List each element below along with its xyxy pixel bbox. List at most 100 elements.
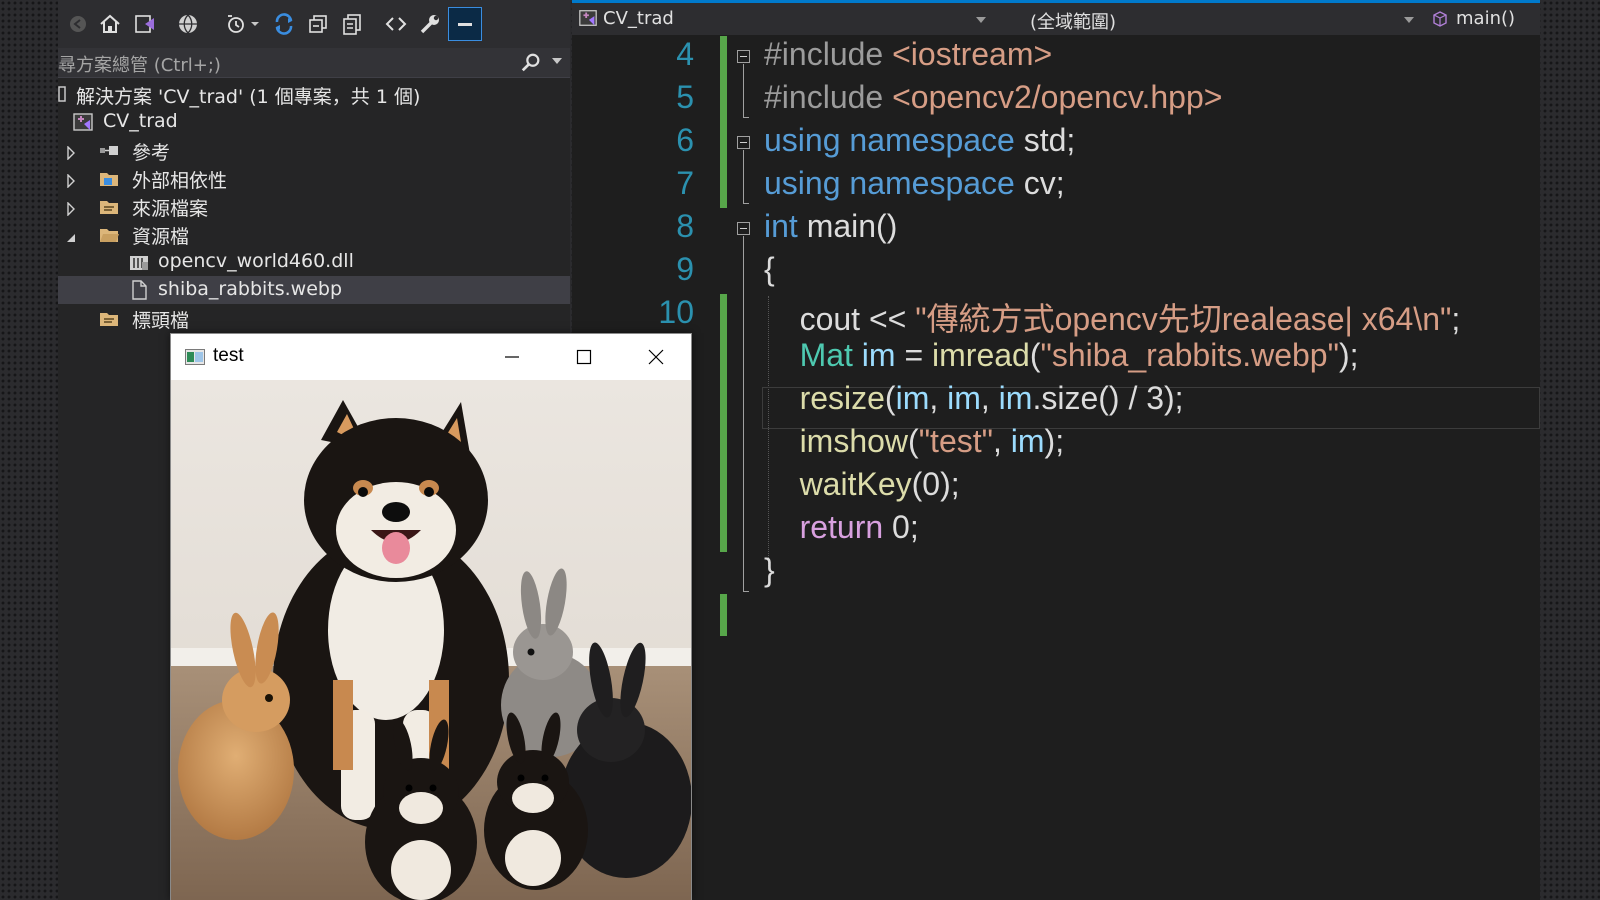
search-options-dropdown-icon[interactable]: [552, 58, 562, 64]
collapse-all-icon[interactable]: [304, 10, 332, 38]
back-icon[interactable]: [64, 10, 92, 38]
home-icon[interactable]: [96, 10, 124, 38]
chevron-down-icon: [1404, 17, 1414, 23]
refresh-icon[interactable]: [270, 10, 298, 38]
folder-icon: [98, 195, 120, 217]
code-line-5[interactable]: #include <opencv2/opencv.hpp>: [764, 79, 1222, 116]
code-editor[interactable]: CV_trad (全域範圍) main() 4 5 6 7 8 9 10 #in…: [572, 0, 1540, 900]
outline-guide: [743, 236, 744, 592]
tree-solution[interactable]: 解決方案 'CV_trad' (1 個專案，共 1 個): [58, 80, 570, 108]
explorer-search-input[interactable]: 尋方案總管 (Ctrl+;): [58, 48, 570, 78]
outline-guide: [743, 117, 749, 118]
code-line-10[interactable]: cout << "傳統方式opencv先切realease| x64\n";: [764, 294, 1461, 340]
cpp-project-icon: [72, 111, 94, 133]
outline-guide: [743, 150, 744, 204]
tree-item-label: 外部相依性: [132, 170, 228, 192]
collapse-arrow-icon[interactable]: [66, 227, 76, 242]
code-line-6[interactable]: using namespace std;: [764, 122, 1075, 159]
history-icon[interactable]: [222, 10, 250, 38]
outline-guide: [743, 64, 744, 118]
window-titlebar[interactable]: test: [171, 334, 691, 380]
maximize-button[interactable]: [561, 342, 607, 372]
solution-icon: [58, 83, 66, 105]
search-placeholder: 尋方案總管 (Ctrl+;): [58, 55, 221, 76]
code-line-14[interactable]: waitKey(0);: [764, 466, 960, 503]
expand-arrow-icon[interactable]: [66, 199, 76, 217]
tree-project[interactable]: CV_trad: [58, 108, 570, 136]
tree-item-resource-files[interactable]: 資源檔: [58, 220, 570, 248]
line-number: 4: [676, 36, 694, 72]
code-line-16[interactable]: }: [764, 552, 775, 589]
tree-item-image-file[interactable]: shiba_rabbits.webp: [58, 276, 570, 304]
minimize-icon: [505, 356, 519, 358]
tree-item-dll[interactable]: opencv_world460.dll: [58, 248, 570, 276]
project-dropdown[interactable]: CV_trad: [576, 3, 996, 35]
project-label: CV_trad: [103, 110, 178, 132]
line-number: 7: [676, 165, 694, 201]
change-indicator-bar: [720, 294, 727, 552]
tree-item-label: opencv_world460.dll: [158, 250, 354, 272]
scope-dropdown-label: (全域範圍): [1030, 12, 1117, 33]
window-app-icon: [185, 349, 205, 365]
line-number: 5: [676, 79, 694, 115]
code-line-8[interactable]: int main(): [764, 208, 897, 245]
tree-item-label: 參考: [132, 142, 171, 164]
expand-arrow-icon[interactable]: [66, 171, 76, 189]
code-line-11[interactable]: Mat im = imread("shiba_rabbits.webp");: [764, 337, 1359, 374]
code-line-13[interactable]: imshow("test", im);: [764, 423, 1065, 460]
shiba-with-rabbits-image: [171, 380, 691, 900]
folder-icon: [98, 307, 120, 329]
opencv-image-window[interactable]: test: [170, 333, 692, 900]
maximize-icon: [576, 349, 592, 365]
code-line-4[interactable]: #include <iostream>: [764, 36, 1052, 73]
folder-icon: [98, 167, 120, 189]
collapse-outline-icon[interactable]: [737, 50, 750, 63]
chevron-down-icon: [976, 17, 986, 23]
outline-guide: [743, 203, 749, 204]
member-dropdown-label: main(): [1456, 8, 1516, 29]
collapse-outline-icon[interactable]: [737, 136, 750, 149]
references-icon: [98, 139, 120, 161]
window-title: test: [213, 345, 244, 366]
collapse-outline-icon[interactable]: [737, 222, 750, 235]
folder-open-icon: [98, 223, 120, 245]
change-indicator-bar: [720, 594, 727, 636]
line-number: 9: [676, 251, 694, 287]
change-indicator-bar: [720, 36, 727, 208]
code-line-12[interactable]: resize(im, im, im.size() / 3);: [764, 380, 1184, 417]
tree-item-header-files[interactable]: 標頭檔: [58, 304, 570, 332]
editor-navigation-bar: CV_trad (全域範圍) main(): [572, 3, 1540, 35]
expand-arrow-icon[interactable]: [66, 143, 76, 161]
history-dropdown-icon[interactable]: [248, 10, 262, 38]
explorer-toolbar: [58, 0, 570, 48]
tree-item-label: 資源檔: [132, 226, 190, 248]
vs-switch-views-icon[interactable]: [130, 10, 158, 38]
code-line-7[interactable]: using namespace cv;: [764, 165, 1065, 202]
globe-icon[interactable]: [174, 10, 202, 38]
show-all-files-icon[interactable]: [338, 10, 366, 38]
properties-wrench-icon[interactable]: [416, 10, 444, 38]
tree-item-external-dependencies[interactable]: 外部相依性: [58, 164, 570, 192]
tree-item-source-files[interactable]: 來源檔案: [58, 192, 570, 220]
line-number: 6: [676, 122, 694, 158]
code-line-9[interactable]: {: [764, 251, 775, 288]
tree-item-label: 來源檔案: [132, 198, 209, 220]
view-code-icon[interactable]: [382, 10, 410, 38]
solution-label: 解決方案 'CV_trad' (1 個專案，共 1 個): [76, 86, 421, 108]
code-line-15[interactable]: return 0;: [764, 509, 919, 546]
tree-item-references[interactable]: 參考: [58, 136, 570, 164]
member-dropdown[interactable]: main(): [1426, 3, 1540, 35]
file-icon: [128, 279, 150, 301]
line-number: 8: [676, 208, 694, 244]
cpp-project-icon: [578, 8, 598, 33]
project-dropdown-label: CV_trad: [603, 8, 674, 29]
outline-guide: [743, 591, 749, 592]
minimize-button[interactable]: [489, 342, 535, 372]
search-icon[interactable]: [520, 52, 542, 79]
method-cube-icon: [1432, 11, 1448, 32]
close-button[interactable]: [633, 342, 679, 372]
tree-item-label: 標頭檔: [132, 310, 190, 332]
preview-selected-icon[interactable]: [448, 7, 482, 41]
line-number: 10: [658, 294, 694, 330]
scope-dropdown[interactable]: (全域範圍): [1004, 3, 1422, 35]
